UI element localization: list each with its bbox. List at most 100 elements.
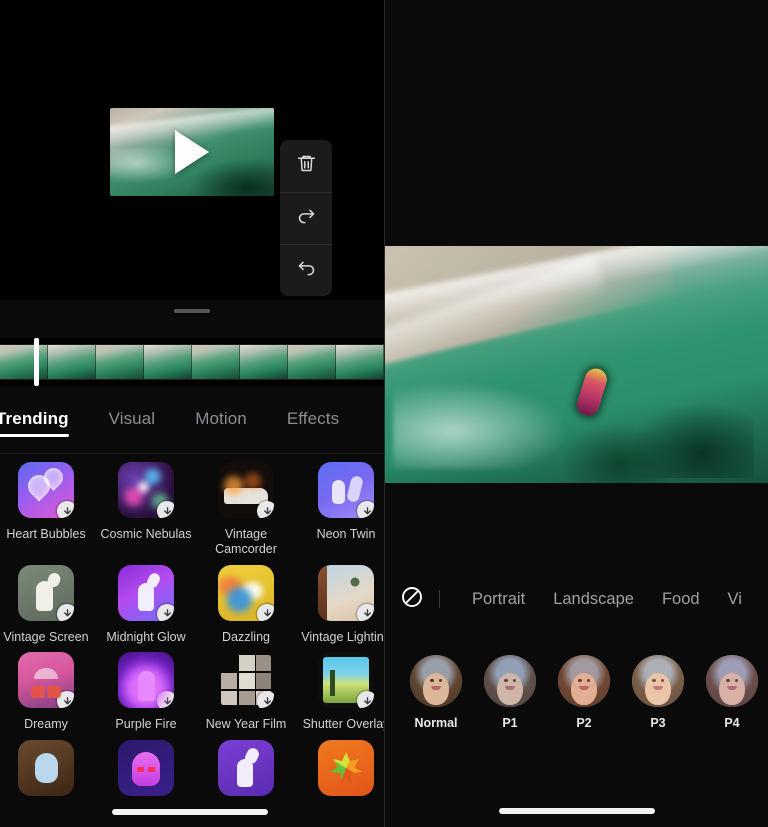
filter-panel: Portrait Landscape Food Vi Normal P1 P2 P3 P… — [384, 0, 768, 827]
undo-arrow-icon — [296, 258, 317, 284]
tab-effects[interactable]: Effects — [287, 409, 339, 443]
filter-tab-portrait[interactable]: Portrait — [472, 590, 525, 609]
filter-tab-food[interactable]: Food — [662, 590, 700, 609]
timeline[interactable] — [0, 338, 384, 386]
avatar-filter-tint — [706, 655, 758, 707]
play-triangle-icon[interactable] — [175, 130, 209, 174]
effect-item[interactable]: New Year Film — [196, 652, 296, 732]
filter-preset-item[interactable]: P3 — [621, 655, 695, 730]
filter-preset-item[interactable]: Normal — [399, 655, 473, 730]
effect-label: Vintage Lighting — [301, 629, 384, 644]
effect-item[interactable] — [196, 740, 296, 796]
effect-item[interactable]: Midnight Glow — [96, 564, 196, 645]
effects-grid: Heart Bubbles Cosmic Nebulas Vintage Camco… — [0, 462, 384, 796]
tab-motion[interactable]: Motion — [195, 409, 247, 443]
trash-icon — [296, 153, 317, 179]
effect-label: Dreamy — [24, 717, 68, 732]
effect-label: Shutter Overlay — [302, 717, 384, 732]
effect-thumbnail[interactable] — [18, 740, 74, 796]
effect-item[interactable] — [0, 740, 96, 796]
timeline-clip-track[interactable] — [0, 344, 384, 380]
effect-thumbnail[interactable] — [118, 462, 174, 518]
filter-preset-item[interactable]: P1 — [473, 655, 547, 730]
filter-tab-vi[interactable]: Vi — [728, 590, 742, 609]
download-arrow-icon[interactable] — [57, 691, 74, 709]
timeline-frame — [240, 345, 288, 379]
timeline-playhead[interactable] — [34, 338, 39, 386]
effect-thumbnail[interactable] — [218, 652, 274, 709]
effect-thumbnail[interactable] — [118, 652, 174, 709]
undo-button[interactable] — [280, 244, 332, 296]
effect-item[interactable]: Purple Fire — [96, 652, 196, 732]
avatar[interactable] — [632, 655, 684, 707]
timeline-frame — [336, 345, 384, 379]
avatar[interactable] — [558, 655, 610, 707]
filter-preset-item[interactable]: P2 — [547, 655, 621, 730]
effect-item[interactable]: Dreamy — [0, 652, 96, 732]
effect-label: Dazzling — [222, 629, 270, 644]
effect-label: Cosmic Nebulas — [100, 527, 192, 541]
effect-item[interactable] — [96, 740, 196, 796]
download-arrow-icon[interactable] — [157, 603, 174, 621]
filter-preset-label: P2 — [576, 716, 592, 730]
effect-thumbnail[interactable] — [318, 740, 374, 796]
effect-thumbnail[interactable] — [218, 462, 274, 518]
download-arrow-icon[interactable] — [257, 603, 274, 621]
effect-item[interactable]: Shutter Overlay — [296, 652, 384, 732]
effect-label: Heart Bubbles — [6, 527, 86, 541]
download-arrow-icon[interactable] — [157, 691, 174, 709]
timeline-frame — [288, 345, 336, 379]
avatar[interactable] — [410, 655, 462, 707]
effect-label: Vintage Camcorder — [215, 527, 277, 556]
timeline-frame — [192, 345, 240, 379]
avatar[interactable] — [484, 655, 536, 707]
tool-dock — [280, 140, 332, 296]
download-arrow-icon[interactable] — [257, 501, 274, 518]
effect-thumbnail[interactable] — [18, 564, 74, 621]
redo-button[interactable] — [280, 192, 332, 244]
no-filter-button[interactable] — [399, 586, 425, 612]
drag-handle-icon[interactable] — [174, 309, 210, 313]
effect-thumbnail[interactable] — [18, 652, 74, 709]
tab-visual[interactable]: Visual — [109, 409, 156, 443]
avatar-filter-tint — [484, 655, 536, 707]
download-arrow-icon[interactable] — [357, 603, 374, 621]
effect-item[interactable]: Dazzling — [196, 564, 296, 645]
avatar[interactable] — [706, 655, 758, 707]
preview-water-glint — [392, 373, 585, 469]
effect-item[interactable]: Neon Twin — [296, 462, 384, 557]
effect-item[interactable]: Vintage Camcorder — [196, 462, 296, 557]
delete-button[interactable] — [280, 140, 332, 192]
filter-preset-label: P3 — [650, 716, 666, 730]
filter-preview-video[interactable] — [385, 246, 768, 483]
effect-thumbnail[interactable] — [218, 564, 274, 621]
effect-thumbnail[interactable] — [218, 740, 274, 796]
effect-thumbnail[interactable] — [318, 564, 374, 621]
editor-panel: Trending Visual Motion Effects Heart Bub… — [0, 0, 384, 827]
effect-item[interactable]: Vintage Lighting — [296, 564, 384, 645]
download-arrow-icon[interactable] — [157, 501, 174, 518]
home-indicator — [112, 809, 268, 815]
redo-arrow-icon — [296, 206, 317, 232]
effect-thumbnail[interactable] — [118, 740, 174, 796]
download-arrow-icon[interactable] — [57, 603, 74, 621]
effect-item[interactable]: Heart Bubbles — [0, 462, 96, 557]
effect-label: Vintage Screen — [3, 629, 89, 644]
filter-tab-landscape[interactable]: Landscape — [553, 590, 634, 609]
effect-thumbnail[interactable] — [118, 564, 174, 621]
download-arrow-icon[interactable] — [57, 501, 74, 518]
preview-reef-shadow — [557, 421, 681, 483]
effect-thumbnail[interactable] — [318, 462, 374, 518]
avatar-filter-tint — [410, 655, 462, 707]
effect-thumbnail[interactable] — [18, 462, 74, 518]
download-arrow-icon[interactable] — [357, 691, 374, 709]
effect-thumbnail[interactable] — [318, 652, 374, 709]
filter-preset-item[interactable]: P4 — [695, 655, 768, 730]
effect-item[interactable] — [296, 740, 384, 796]
preview-video-thumbnail[interactable] — [110, 108, 274, 196]
tab-trending[interactable]: Trending — [0, 409, 69, 443]
download-arrow-icon[interactable] — [257, 691, 274, 709]
download-arrow-icon[interactable] — [357, 501, 374, 518]
effect-item[interactable]: Vintage Screen — [0, 564, 96, 645]
effect-item[interactable]: Cosmic Nebulas — [96, 462, 196, 557]
